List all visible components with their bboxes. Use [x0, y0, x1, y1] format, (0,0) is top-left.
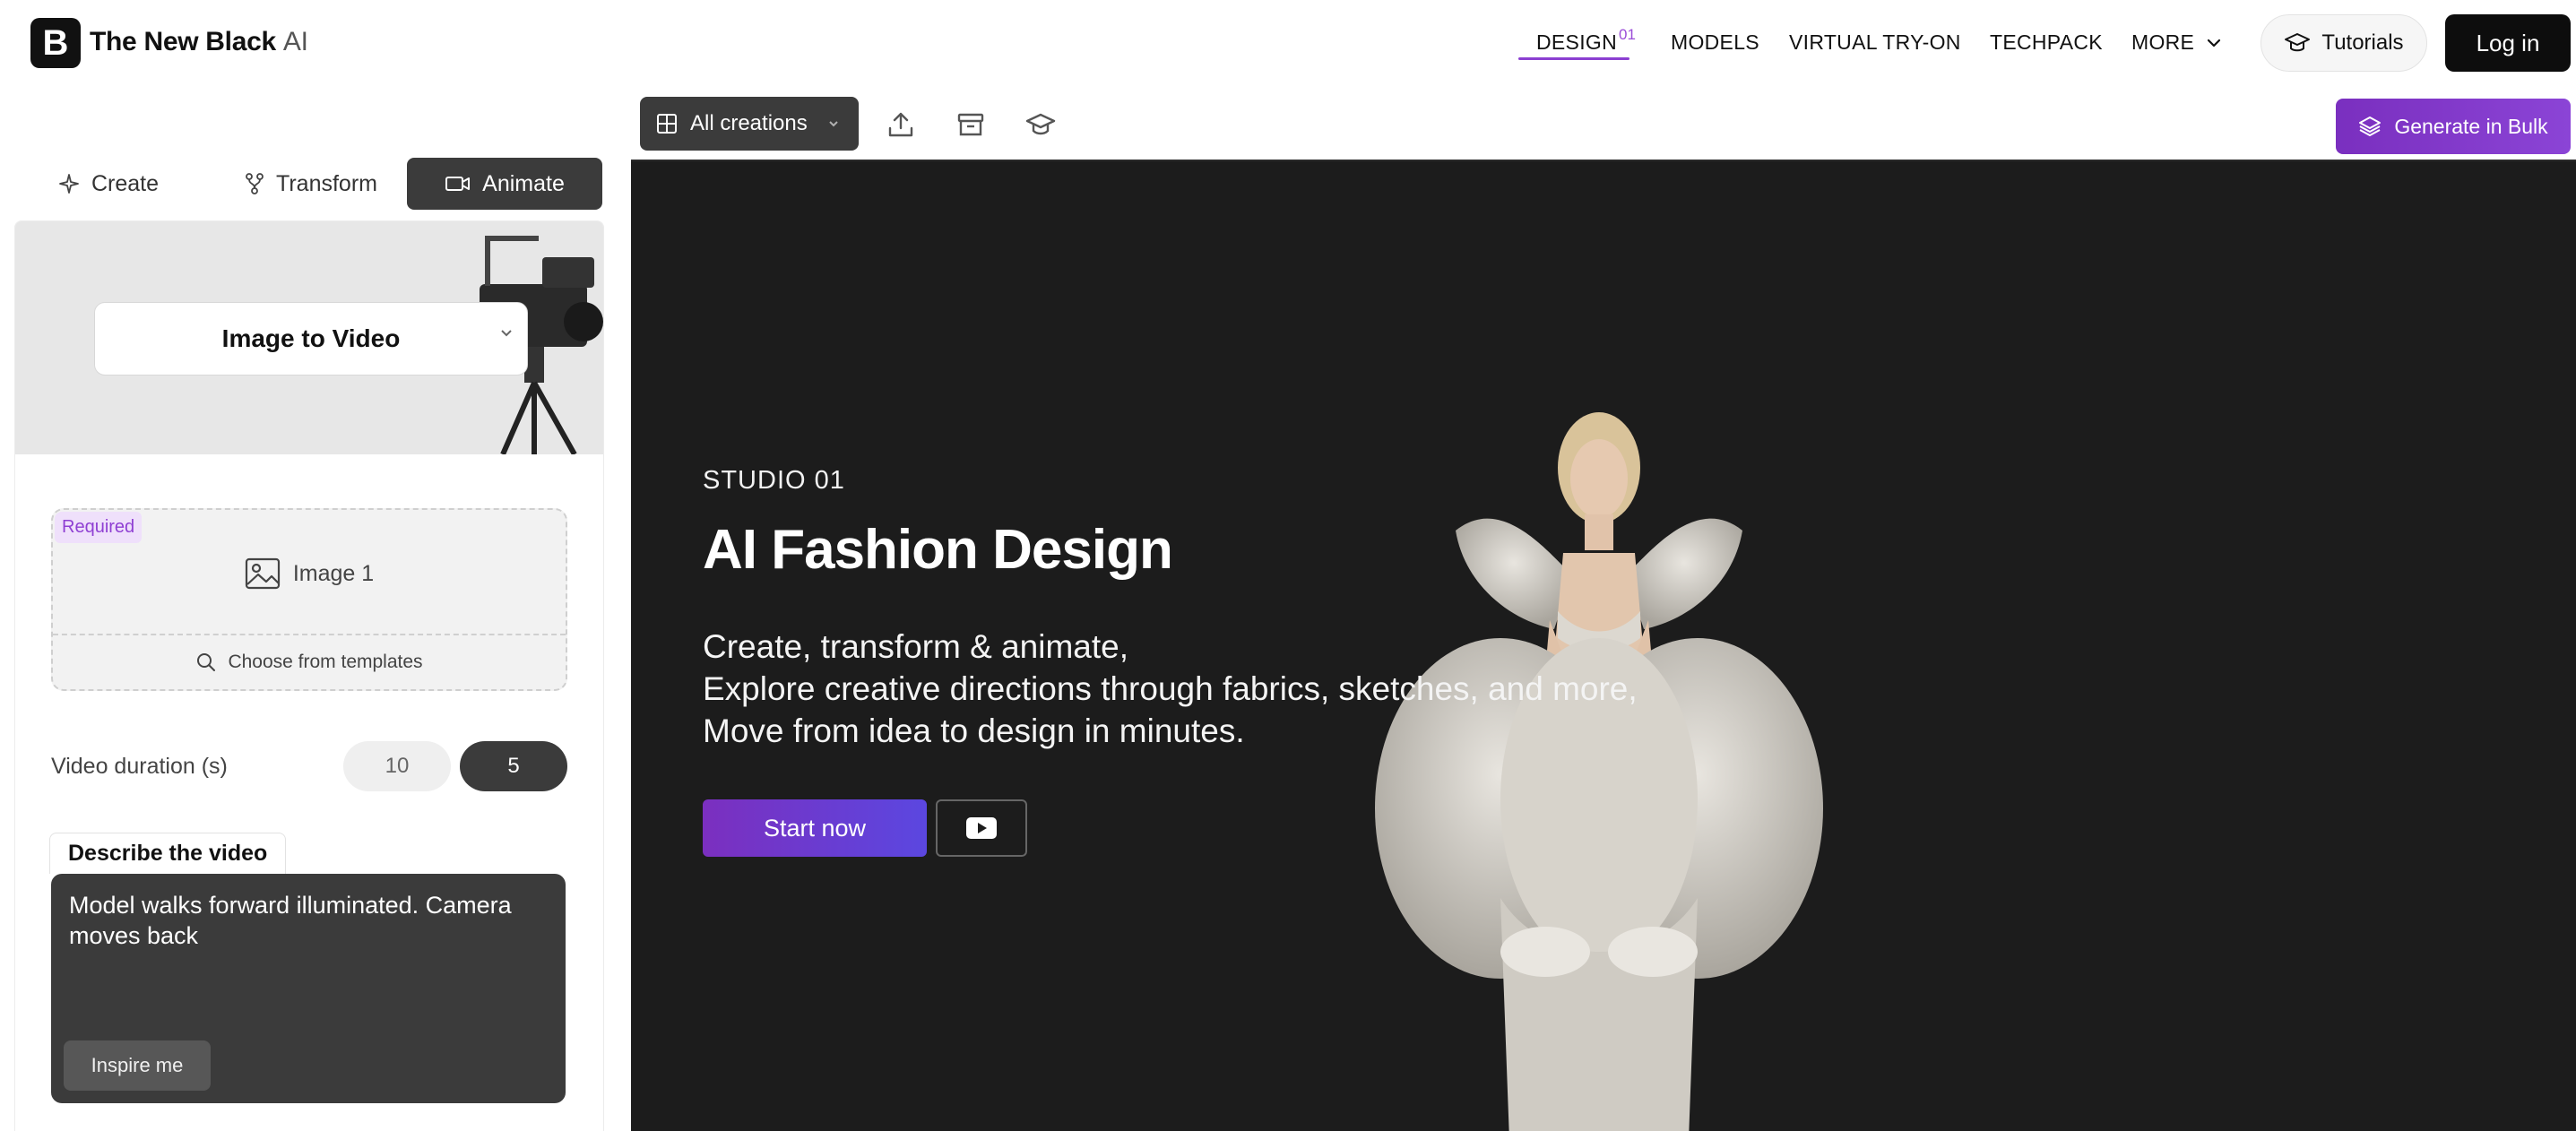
chevron-down-icon [2208, 39, 2221, 47]
all-creations-label: All creations [690, 111, 808, 135]
nav-more[interactable]: MORE [2131, 30, 2223, 55]
describe-video-textarea[interactable]: Model walks forward illuminated. Camera … [51, 874, 566, 1103]
chevron-down-icon [501, 330, 512, 337]
graduation-cap-icon[interactable] [1025, 109, 1056, 140]
describe-video-label: Describe the video [49, 833, 287, 874]
brand-title: The New Black [90, 27, 276, 56]
dashed-divider [53, 634, 566, 635]
all-creations-dropdown[interactable]: All creations [640, 97, 859, 151]
nav-techpack[interactable]: TECHPACK [1990, 30, 2103, 55]
nav-design[interactable]: DESIGN [1536, 30, 1617, 55]
image-slot[interactable]: Image 1 [53, 551, 566, 596]
video-camera-icon [445, 177, 471, 191]
tutorials-button[interactable]: Tutorials [2260, 14, 2427, 72]
youtube-icon [966, 817, 997, 839]
tab-transform[interactable]: Transform [244, 158, 377, 210]
nav-active-indicator [1518, 57, 1629, 60]
image-icon [245, 557, 280, 590]
tab-animate-label: Animate [482, 170, 565, 196]
animate-settings-panel: Image to Video Required Image 1 Choose f… [14, 220, 604, 1131]
top-nav-bar: B The New Black AI DESIGN 01 MODELS VIRT… [0, 0, 2576, 86]
brand-logo[interactable]: B [30, 18, 81, 68]
tab-animate[interactable]: Animate [407, 158, 602, 210]
mode-preview-card: Image to Video [15, 221, 603, 454]
search-icon [197, 653, 216, 671]
duration-option-5[interactable]: 5 [460, 741, 567, 791]
hero-line: Move from idea to design in minutes. [703, 712, 1245, 749]
upload-icon[interactable] [886, 109, 916, 140]
nav-models[interactable]: MODELS [1671, 30, 1759, 55]
hero-banner: STUDIO 01 AI Fashion Design Create, tran… [631, 160, 2576, 1131]
required-badge: Required [55, 512, 143, 543]
sparkle-icon [59, 174, 79, 194]
choose-from-templates-label: Choose from templates [228, 652, 423, 672]
image-slot-label: Image 1 [292, 560, 375, 586]
tab-create[interactable]: Create [57, 158, 159, 210]
mode-select-dropdown[interactable]: Image to Video [94, 302, 528, 376]
mode-tabs: Create Transform Animate [14, 158, 604, 210]
branch-icon [246, 173, 264, 194]
tutorials-label: Tutorials [2321, 30, 2404, 55]
inspire-me-button[interactable]: Inspire me [64, 1040, 211, 1091]
hero-kicker: STUDIO 01 [703, 466, 845, 495]
grid-icon [657, 114, 677, 134]
archive-icon[interactable] [955, 109, 986, 140]
graduation-cap-icon [2285, 33, 2311, 52]
duration-option-10[interactable]: 10 [343, 741, 451, 791]
nav-more-label: MORE [2131, 30, 2195, 54]
watch-video-button[interactable] [936, 799, 1027, 857]
brand-name[interactable]: The New Black AI [90, 27, 308, 57]
nav-design-superscript: 01 [1619, 26, 1636, 43]
hero-title: AI Fashion Design [703, 519, 1173, 581]
generate-in-bulk-button[interactable]: Generate in Bulk [2336, 99, 2571, 154]
video-duration-label: Video duration (s) [51, 754, 228, 779]
choose-from-templates-link[interactable]: Choose from templates [53, 644, 566, 680]
hero-line: Create, transform & animate, [703, 628, 1129, 665]
tab-transform-label: Transform [276, 170, 377, 196]
hero-subtitle: Create, transform & animate, Explore cre… [703, 626, 1638, 752]
start-now-button[interactable]: Start now [703, 799, 927, 857]
image-upload-dropzone[interactable]: Required Image 1 Choose from templates [51, 508, 567, 691]
tab-create-label: Create [91, 170, 160, 196]
fashion-model-image [1375, 412, 1823, 1131]
layers-icon [2359, 117, 2382, 136]
chevron-down-icon [829, 121, 838, 127]
generate-in-bulk-label: Generate in Bulk [2394, 114, 2548, 138]
brand-suffix: AI [282, 27, 308, 56]
describe-video-text[interactable]: Model walks forward illuminated. Camera … [69, 890, 544, 951]
login-button[interactable]: Log in [2445, 14, 2571, 72]
hero-line: Explore creative directions through fabr… [703, 670, 1638, 707]
nav-virtual-try-on[interactable]: VIRTUAL TRY-ON [1789, 30, 1961, 55]
